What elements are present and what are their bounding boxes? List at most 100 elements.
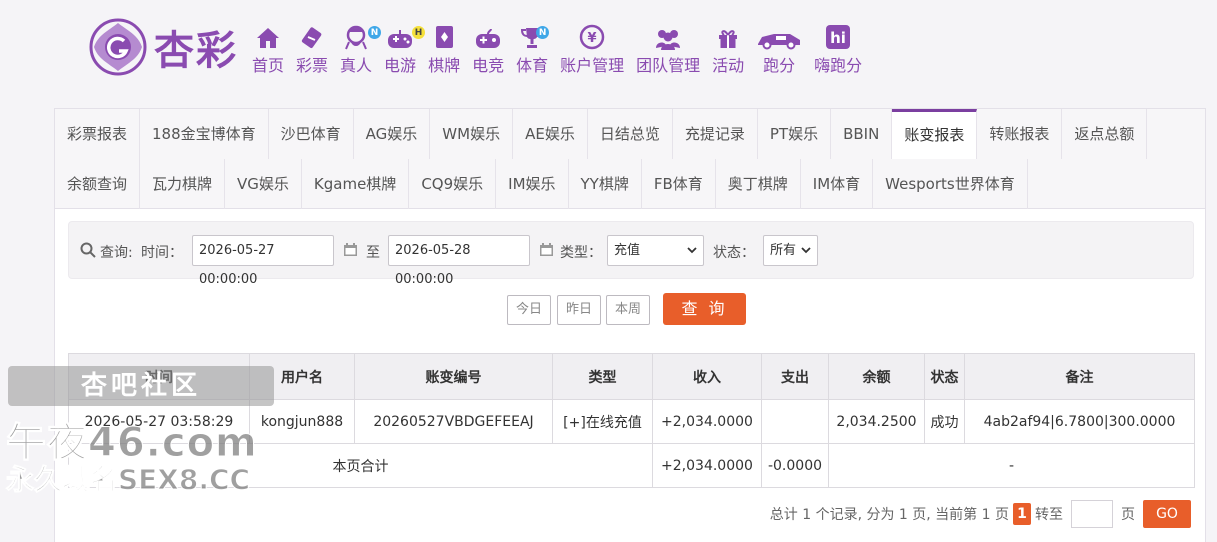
table-summary-row: 本页合计 +2,034.0000 -0.0000 - (68, 443, 1195, 488)
query-label: 查询: (100, 245, 133, 261)
cell-expense (761, 399, 829, 444)
nav-team[interactable]: 团队管理 (630, 22, 706, 76)
tab-wm[interactable]: WM娱乐 (430, 109, 514, 159)
tab-cq9[interactable]: CQ9娱乐 (409, 159, 497, 209)
tab-bbin[interactable]: BBIN (831, 109, 893, 159)
tab-deposit-withdraw[interactable]: 充提记录 (673, 109, 758, 159)
query-submit-button[interactable]: 查 询 (663, 293, 746, 325)
hi-app-icon: hi (826, 25, 851, 49)
nav-home[interactable]: 首页 (246, 22, 290, 76)
tab-balance[interactable]: 余额查询 (55, 159, 141, 209)
col-header-income: 收入 (652, 353, 762, 400)
page-unit-label: 页 (1121, 507, 1135, 523)
tab-kgame-chess[interactable]: Kgame棋牌 (302, 159, 410, 209)
col-header-balance: 余额 (828, 353, 925, 400)
col-header-username: 用户名 (249, 353, 355, 400)
tab-daily-overview[interactable]: 日结总览 (588, 109, 673, 159)
site-logo[interactable]: 杏彩 (88, 16, 248, 78)
today-button[interactable]: 今日 (507, 295, 551, 325)
yesterday-button[interactable]: 昨日 (557, 295, 601, 325)
nav-promo-label: 活动 (712, 56, 745, 75)
nav-live[interactable]: N 真人 (334, 22, 382, 76)
nav-promo[interactable]: 活动 (706, 22, 750, 76)
cell-username: kongjun888 (249, 399, 355, 444)
tab-wesports[interactable]: Wesports世界体育 (873, 159, 1028, 209)
home-icon (257, 28, 279, 48)
tab-ae[interactable]: AE娱乐 (513, 109, 588, 159)
svg-text:¥: ¥ (588, 31, 597, 46)
tab-188-sports[interactable]: 188金宝博体育 (140, 109, 269, 159)
nav-hi-paofen-label: 嗨跑分 (814, 56, 863, 75)
lottery-ticket-icon (301, 27, 322, 49)
col-header-remark: 备注 (964, 353, 1195, 400)
chevron-down-icon (801, 247, 811, 254)
start-date-input[interactable]: 2026-05-27 00:00:00 (192, 235, 334, 287)
nav-chess[interactable]: 棋牌 (422, 22, 466, 76)
nav-slots-label: 电游 (384, 56, 417, 75)
this-week-button[interactable]: 本周 (606, 295, 650, 325)
tab-ag[interactable]: AG娱乐 (354, 109, 431, 159)
tab-lottery-report[interactable]: 彩票报表 (55, 109, 141, 159)
tab-fb-sports[interactable]: FB体育 (642, 159, 716, 209)
pagination-summary: 总计 1 个记录, 分为 1 页, 当前第 1 页 (769, 507, 1009, 523)
tab-transfer-report[interactable]: 转账报表 (977, 109, 1063, 159)
nav-account[interactable]: ¥ 账户管理 (554, 22, 630, 76)
nav-paofen-label: 跑分 (763, 56, 796, 75)
tab-account-changes[interactable]: 账变报表 (892, 109, 978, 159)
cell-status: 成功 (924, 399, 965, 444)
cell-remark: 4ab2af94|6.7800|300.0000 (964, 399, 1195, 444)
tab-im[interactable]: IM娱乐 (496, 159, 569, 209)
tab-vg[interactable]: VG娱乐 (225, 159, 302, 209)
tab-row-1: 彩票报表 188金宝博体育 沙巴体育 AG娱乐 WM娱乐 AE娱乐 日结总览 充… (55, 109, 1148, 159)
logo-emblem-icon (89, 18, 147, 76)
tab-im-sports[interactable]: IM体育 (801, 159, 874, 209)
tab-wali-chess[interactable]: 瓦力棋牌 (140, 159, 226, 209)
report-tabs: 彩票报表 188金宝博体育 沙巴体育 AG娱乐 WM娱乐 AE娱乐 日结总览 充… (55, 109, 1205, 209)
cell-balance: 2,034.2500 (828, 399, 925, 444)
site-header: 杏彩 首页 彩票 N 真人 H 电游 棋牌 电竞 N 体育 ¥ 账户管理 团队管… (0, 0, 1217, 100)
tab-row-2: 余额查询 瓦力棋牌 VG娱乐 Kgame棋牌 CQ9娱乐 IM娱乐 YY棋牌 F… (55, 159, 1028, 209)
search-icon (80, 242, 96, 258)
tab-odin-chess[interactable]: 奥丁棋牌 (716, 159, 801, 209)
nav-lottery[interactable]: 彩票 (290, 22, 334, 76)
account-changes-table: 时间 用户名 账变编号 类型 收入 支出 余额 状态 备注 2026-05-27… (68, 353, 1195, 488)
nav-account-label: 账户管理 (560, 56, 625, 75)
col-header-status: 状态 (924, 353, 965, 400)
nav-team-label: 团队管理 (636, 56, 701, 75)
nav-sports[interactable]: N 体育 (510, 22, 554, 76)
nav-hi-paofen[interactable]: hi 嗨跑分 (808, 22, 868, 76)
tab-yy-chess[interactable]: YY棋牌 (569, 159, 642, 209)
nav-sports-label: 体育 (516, 56, 549, 75)
summary-income: +2,034.0000 (652, 443, 762, 488)
pagination: 总计 1 个记录, 分为 1 页, 当前第 1 页 1 转至 页 GO (770, 500, 1191, 528)
tab-rebate-total[interactable]: 返点总额 (1062, 109, 1148, 159)
nav-paofen[interactable]: 跑分 (750, 22, 808, 76)
summary-expense: -0.0000 (761, 443, 829, 488)
table-row: 2026-05-27 03:58:29 kongjun888 20260527V… (68, 399, 1195, 444)
tab-pt[interactable]: PT娱乐 (758, 109, 832, 159)
go-button[interactable]: GO (1143, 500, 1191, 528)
status-label: 状态： (713, 245, 755, 261)
tab-saba-sports[interactable]: 沙巴体育 (269, 109, 354, 159)
table-header-row: 时间 用户名 账变编号 类型 收入 支出 余额 状态 备注 (68, 353, 1195, 400)
nav-slots[interactable]: H 电游 (378, 22, 426, 76)
col-header-change-id: 账变编号 (354, 353, 553, 400)
svg-text:hi: hi (830, 29, 846, 47)
col-header-time: 时间 (68, 353, 250, 400)
col-header-type: 类型 (552, 353, 653, 400)
type-select[interactable]: 充值 (607, 235, 704, 266)
end-date-input[interactable]: 2026-05-28 00:00:00 (388, 235, 530, 287)
status-select[interactable]: 所有 (763, 235, 818, 266)
new-badge: N (536, 26, 550, 39)
type-select-value: 充值 (614, 243, 641, 258)
calendar-icon[interactable] (539, 242, 554, 257)
live-dealer-icon (345, 25, 367, 50)
chevron-down-icon (687, 247, 697, 254)
summary-rest: - (828, 443, 1195, 488)
goto-page-input[interactable] (1071, 500, 1113, 528)
current-page-button[interactable]: 1 (1013, 503, 1031, 525)
goto-label: 转至 (1035, 507, 1063, 523)
nav-esports[interactable]: 电竞 (466, 22, 510, 76)
query-bar: 查询: 时间： 2026-05-27 00:00:00 至 2026-05-28… (68, 221, 1194, 287)
calendar-icon[interactable] (343, 242, 358, 257)
